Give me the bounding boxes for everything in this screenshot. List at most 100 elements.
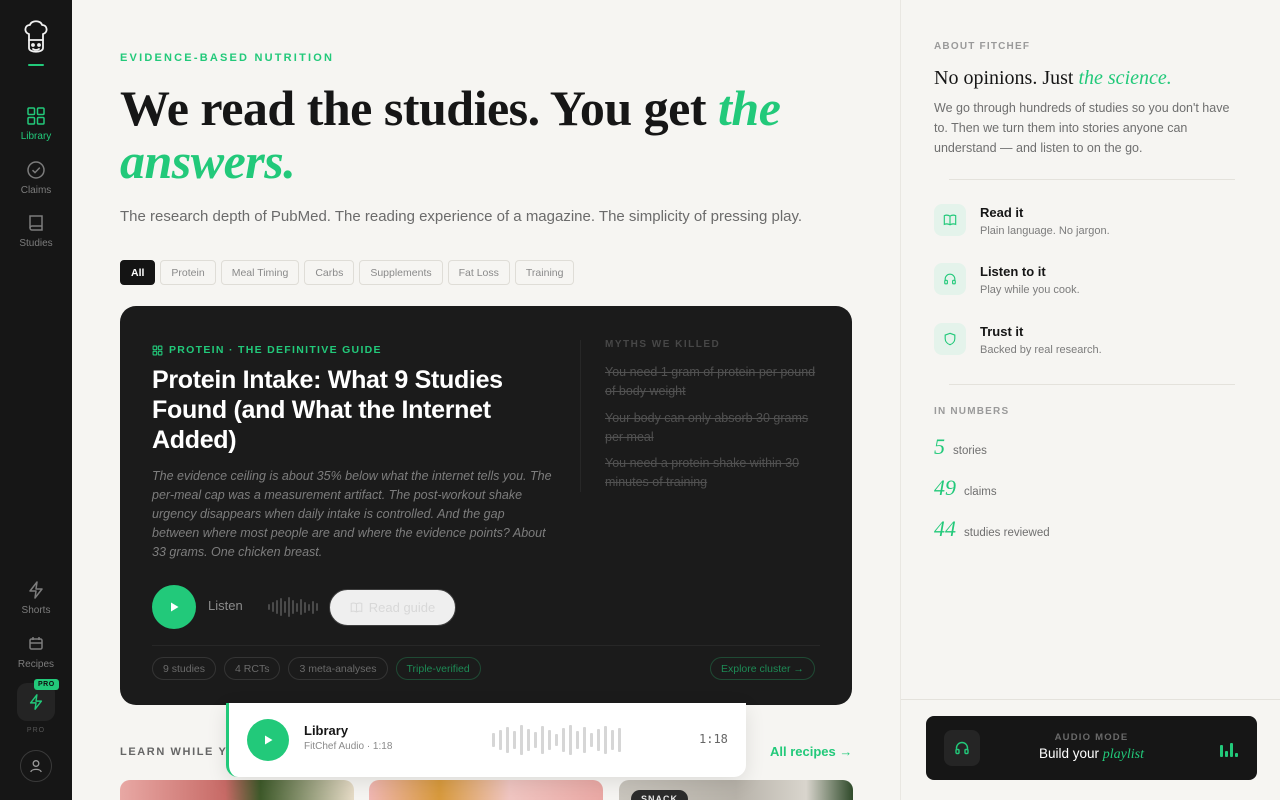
meta-pill: 3 meta-analyses [288, 657, 388, 680]
book-open-icon [350, 602, 363, 613]
shield-icon [934, 323, 966, 355]
feature-listen: Listen to it Play while you cook. [934, 263, 1254, 303]
recipe-thumbnail[interactable] [120, 780, 354, 800]
recipe-thumbnail[interactable] [369, 780, 603, 800]
guide-title[interactable]: Protein Intake: What 9 Studies Found (an… [152, 365, 552, 455]
about-panel: ABOUT FITCHEF No opinions. Just the scie… [900, 0, 1280, 800]
myth-item: Your body can only absorb 30 grams per m… [605, 411, 809, 444]
grid-icon [27, 107, 45, 125]
book-icon [29, 215, 43, 231]
bolt-icon [29, 581, 43, 599]
guide-tag: PROTEIN · THE DEFINITIVE GUIDE [152, 344, 382, 356]
divider [949, 179, 1235, 180]
sidebar-item-shorts[interactable]: Shorts [0, 580, 72, 624]
guide-tag-label: PROTEIN · THE DEFINITIVE GUIDE [169, 344, 382, 356]
sidebar-item-claims[interactable]: Claims [0, 160, 72, 204]
page-title: We read the studies. You get the answers… [120, 82, 820, 188]
grid-icon [152, 345, 163, 355]
audio-mode-label: AUDIO MODE [1054, 732, 1129, 743]
filter-chip-carbs[interactable]: Carbs [304, 260, 355, 285]
feature-read: Read it Plain language. No jargon. [934, 204, 1254, 244]
sidebar-item-label: Library [20, 131, 52, 142]
page-subtitle: The research depth of PubMed. The readin… [120, 208, 803, 225]
bolt-icon [29, 694, 43, 710]
sidebar-item-label: Studies [19, 238, 53, 249]
stat-value: 44 [934, 516, 956, 541]
filter-chip-training[interactable]: Training [514, 260, 575, 285]
chef-hat-logo-icon[interactable] [22, 18, 50, 58]
play-button[interactable] [152, 585, 196, 629]
section-heading: LEARN WHILE YO [120, 746, 238, 758]
stat-label: stories [953, 445, 987, 457]
audio-mode-card[interactable]: AUDIO MODE Build your playlist [926, 716, 1257, 780]
stat-studies: 44 studies reviewed [934, 516, 1050, 542]
meta-pill: 4 RCTs [224, 657, 281, 680]
read-guide-button[interactable]: Read guide [329, 589, 456, 626]
main-content: EVIDENCE-BASED NUTRITION We read the stu… [72, 0, 900, 800]
sidebar-item-library[interactable]: Library [0, 106, 72, 150]
about-body: We go through hundreds of studies so you… [934, 101, 1230, 155]
guide-description: The evidence ceiling is about 35% below … [152, 469, 552, 559]
sidebar-item-label: Recipes [17, 659, 55, 670]
filter-chip-supplements[interactable]: Supplements [359, 260, 443, 285]
divider [949, 384, 1235, 385]
avatar[interactable] [20, 750, 52, 782]
calendar-icon [29, 637, 43, 650]
myth-item: You need 1 gram of protein per pound of … [605, 365, 816, 398]
about-heading: ABOUT FITCHEF [934, 41, 1031, 52]
filter-chip-protein[interactable]: Protein [160, 260, 216, 285]
read-guide-label: Read guide [368, 600, 436, 615]
about-title-accent: the science. [1078, 67, 1172, 89]
player-subtitle: FitChef Audio · 1:18 [304, 741, 393, 752]
stat-value: 49 [934, 475, 956, 500]
featured-guide-card[interactable]: PROTEIN · THE DEFINITIVE GUIDE Protein I… [120, 306, 852, 705]
player-time: 1:18 [699, 732, 728, 746]
filter-chip-all[interactable]: All [120, 260, 156, 285]
stat-value: 5 [934, 434, 945, 459]
explore-cluster-link[interactable]: Explore cluster → [710, 657, 815, 680]
stat-claims: 49 claims [934, 475, 997, 501]
build-playlist-label: Build your playlist [926, 746, 1257, 763]
stat-label: studies reviewed [964, 527, 1050, 539]
about-title-text: No opinions. Just [934, 67, 1079, 89]
play-icon [265, 735, 273, 745]
sidebar: Library Claims Studies Shorts Recipes PR… [0, 0, 72, 800]
card-divider [152, 645, 820, 646]
hero-text: We read the studies. You get [120, 80, 718, 136]
player-title: Library [304, 723, 349, 738]
sidebar-item-recipes[interactable]: Recipes [0, 634, 72, 678]
audio-player[interactable]: Library FitChef Audio · 1:18 1:18 [226, 703, 746, 777]
sidebar-item-label: Claims [20, 185, 52, 196]
myths-heading: MYTHS WE KILLED [605, 339, 721, 350]
divider [901, 699, 1280, 700]
stat-stories: 5 stories [934, 434, 987, 460]
pro-label: PRO [26, 727, 46, 734]
pro-badge: PRO [34, 679, 59, 690]
book-open-icon [934, 204, 966, 236]
filter-bar: All Protein Meal Timing Carbs Supplement… [120, 260, 575, 285]
eyebrow: EVIDENCE-BASED NUTRITION [120, 52, 335, 64]
sidebar-item-label: Shorts [21, 605, 51, 616]
filter-chip-meal-timing[interactable]: Meal Timing [220, 260, 300, 285]
feature-desc: Play while you cook. [980, 284, 1080, 296]
listen-label: Listen [208, 598, 243, 613]
logo-underline [28, 64, 44, 66]
build-playlist-text: Build your [1038, 746, 1103, 761]
all-recipes-link[interactable]: All recipes → [770, 744, 852, 759]
player-waveform[interactable] [492, 723, 621, 757]
sidebar-item-studies[interactable]: Studies [0, 213, 72, 257]
feature-desc: Backed by real research. [980, 344, 1102, 356]
feature-trust: Trust it Backed by real research. [934, 323, 1254, 363]
build-playlist-accent: playlist [1102, 747, 1145, 762]
recipe-thumbnail[interactable]: SNACK [619, 780, 853, 800]
recipe-tag: SNACK [631, 790, 689, 800]
player-play-button[interactable] [247, 719, 289, 761]
check-circle-icon [27, 161, 45, 179]
meta-pill: 9 studies [152, 657, 217, 680]
feature-title: Listen to it [980, 264, 1046, 279]
headphones-icon [934, 263, 966, 295]
stat-label: claims [964, 486, 997, 498]
waveform [268, 596, 318, 618]
about-title: No opinions. Just the science. [934, 67, 1172, 90]
filter-chip-fat-loss[interactable]: Fat Loss [447, 260, 510, 285]
